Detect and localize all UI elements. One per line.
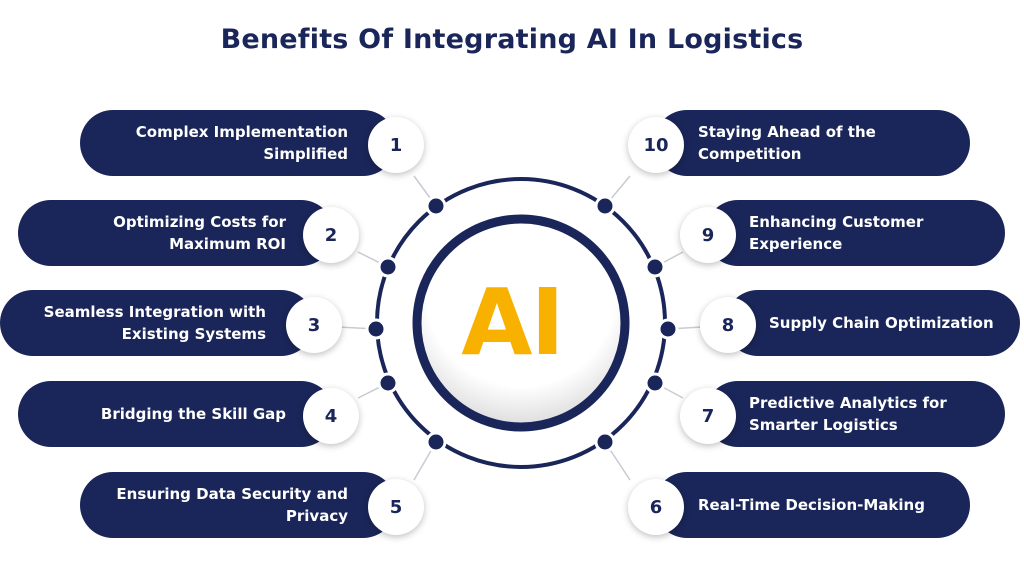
benefit-10-number: 10 — [628, 117, 684, 173]
ring-dot-5 — [425, 431, 447, 453]
benefit-4: Bridging the Skill Gap — [18, 381, 334, 447]
benefit-8: Supply Chain Optimization — [725, 290, 1020, 356]
ring-dot-10 — [594, 195, 616, 217]
benefit-6-number: 6 — [628, 479, 684, 535]
benefit-7-number: 7 — [680, 388, 736, 444]
ring-dot-8 — [657, 318, 679, 340]
benefit-5: Ensuring Data Security and Privacy — [80, 472, 396, 538]
benefit-5-text: Ensuring Data Security and Privacy — [116, 485, 348, 525]
benefit-8-text: Supply Chain Optimization — [769, 314, 994, 332]
benefit-10: Staying Ahead of the Competition — [654, 110, 970, 176]
benefit-8-number: 8 — [700, 297, 756, 353]
benefit-2-text: Optimizing Costs for Maximum ROI — [113, 213, 286, 253]
ring-dot-3 — [365, 318, 387, 340]
benefit-3-text: Seamless Integration with Existing Syste… — [43, 303, 266, 343]
benefit-9: Enhancing Customer Experience — [705, 200, 1005, 266]
benefit-1-text: Complex Implementation Simplified — [135, 123, 348, 163]
benefit-9-number: 9 — [680, 207, 736, 263]
benefit-7-text: Predictive Analytics for Smarter Logisti… — [749, 394, 947, 434]
benefit-7: Predictive Analytics for Smarter Logisti… — [705, 381, 1005, 447]
benefit-10-text: Staying Ahead of the Competition — [698, 123, 876, 163]
benefit-2-number: 2 — [303, 207, 359, 263]
benefit-6: Real-Time Decision-Making — [654, 472, 970, 538]
ring-dot-9 — [644, 256, 666, 278]
benefit-2: Optimizing Costs for Maximum ROI — [18, 200, 334, 266]
benefit-3-number: 3 — [286, 297, 342, 353]
ring-dot-7 — [644, 372, 666, 394]
center-ai-label: AI — [461, 269, 564, 376]
benefit-9-text: Enhancing Customer Experience — [749, 213, 924, 253]
benefit-1-number: 1 — [368, 117, 424, 173]
benefit-4-text: Bridging the Skill Gap — [100, 405, 286, 423]
benefit-3: Seamless Integration with Existing Syste… — [0, 290, 314, 356]
benefit-4-number: 4 — [303, 388, 359, 444]
ring-dot-4 — [377, 372, 399, 394]
ring-dot-2 — [377, 256, 399, 278]
benefit-5-number: 5 — [368, 479, 424, 535]
ring-dot-1 — [425, 195, 447, 217]
ring-dot-6 — [594, 431, 616, 453]
benefit-1: Complex Implementation Simplified — [80, 110, 396, 176]
benefit-6-text: Real-Time Decision-Making — [698, 496, 925, 514]
